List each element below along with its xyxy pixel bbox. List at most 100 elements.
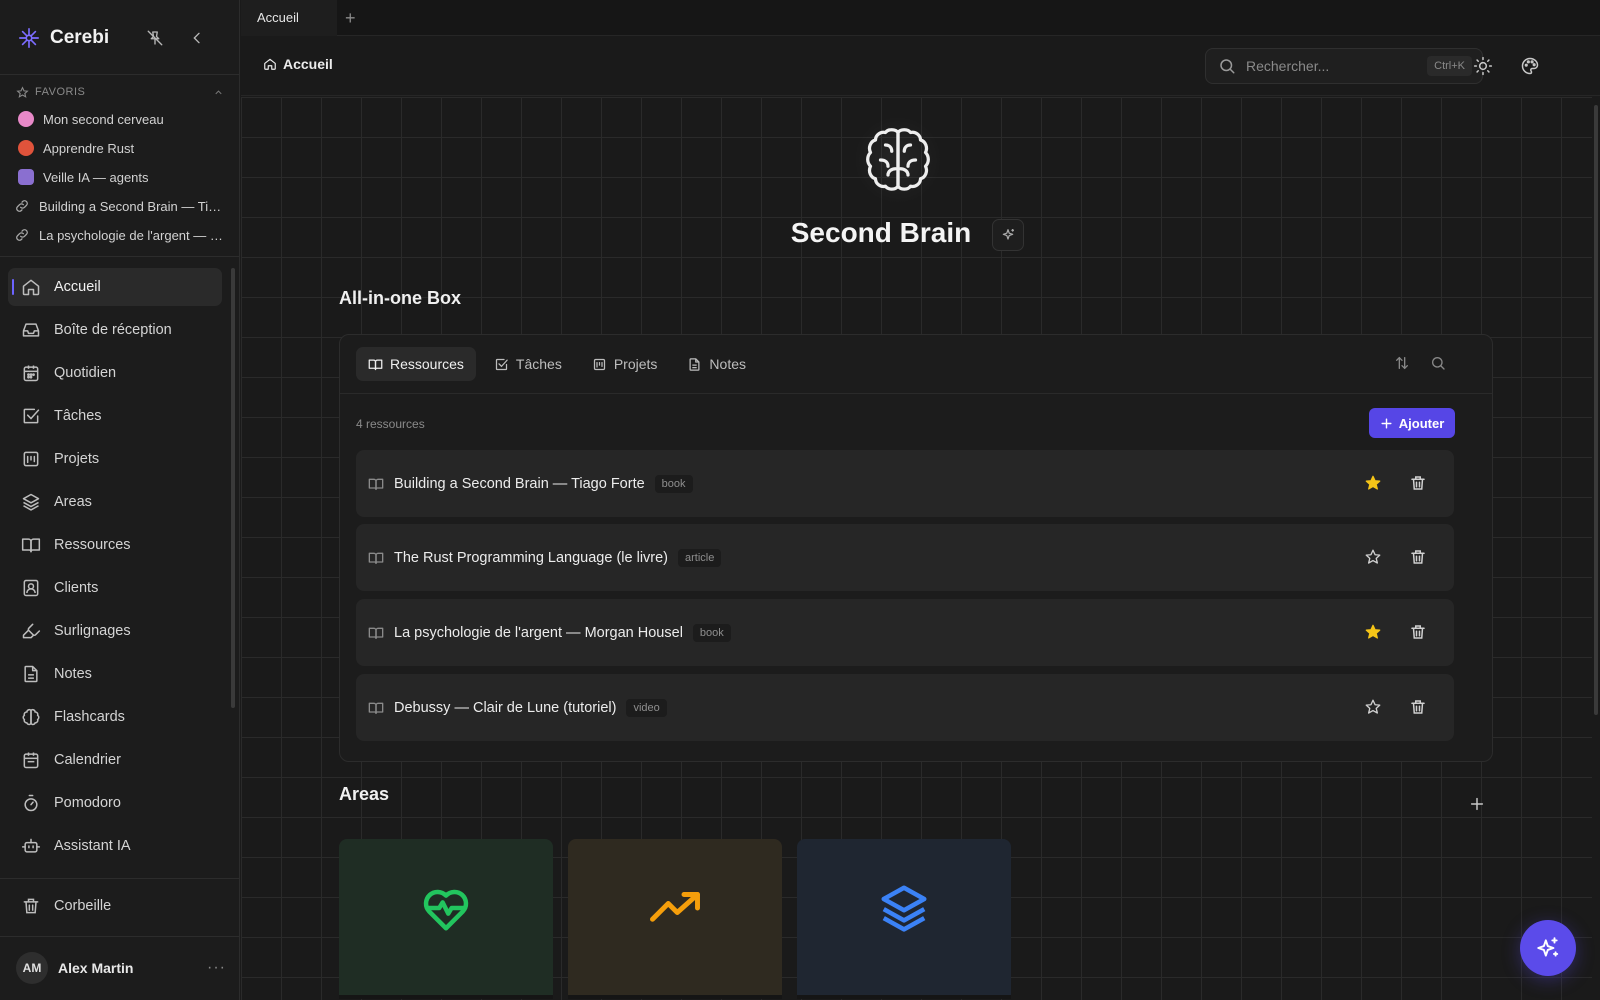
sidebar-item-label: Ressources (54, 537, 131, 553)
star-outline-icon (16, 85, 29, 99)
timer-icon (21, 793, 41, 813)
area-card-footer (568, 995, 782, 999)
add-area-plus-icon[interactable] (1467, 794, 1487, 814)
favorite-item[interactable]: Building a Second Brain — Tiago Forte (14, 195, 224, 217)
star-filled-icon[interactable] (1364, 474, 1384, 494)
resource-count: 4 ressources (356, 417, 425, 431)
area-card-work[interactable] (797, 839, 1011, 999)
tab-projets[interactable]: Projets (580, 347, 670, 381)
kanban-icon (592, 357, 607, 372)
brand[interactable]: Cerebi (18, 24, 109, 52)
bot-icon (21, 836, 41, 856)
sidebar-item-corbeille[interactable]: Corbeille (8, 887, 222, 925)
favorites-header[interactable]: FAVORIS (16, 84, 224, 100)
more-options-icon[interactable]: ··· (207, 959, 226, 977)
sidebar-item-label: Accueil (54, 279, 101, 295)
area-card-finance[interactable] (568, 839, 782, 999)
theme-toggle-sun-icon[interactable] (1471, 54, 1495, 78)
tab-label: Tâches (515, 356, 562, 372)
star-outline-icon[interactable] (1364, 548, 1384, 568)
chevron-up-icon[interactable] (213, 87, 224, 98)
breadcrumb[interactable]: Accueil (263, 56, 333, 72)
trash-icon[interactable] (1409, 623, 1429, 643)
highlighter-icon (21, 621, 41, 641)
sidebar-item-label: Surlignages (54, 623, 131, 639)
search-bar[interactable]: Ctrl+K (1205, 48, 1483, 84)
favorite-item[interactable]: Veille IA — agents (18, 166, 228, 188)
favorite-item[interactable]: Apprendre Rust (18, 137, 228, 159)
sidebar-item-label: Calendrier (54, 752, 121, 768)
area-card-health[interactable] (339, 839, 553, 999)
favorite-item[interactable]: Mon second cerveau (18, 108, 228, 130)
cerebi-logo-icon (18, 27, 40, 49)
checkbox-icon (21, 406, 41, 426)
divider (340, 393, 1492, 394)
sidebar-item-projets[interactable]: Projets (8, 440, 222, 478)
divider (0, 878, 240, 879)
sidebar-item-pomodoro[interactable]: Pomodoro (8, 784, 222, 822)
sort-icon[interactable] (1392, 353, 1412, 373)
sidebar-item-label: Notes (54, 666, 92, 682)
sidebar-item-ressources[interactable]: Ressources (8, 526, 222, 564)
favorite-label: Building a Second Brain — Tiago Forte (39, 198, 224, 214)
all-in-one-box: Ressources Tâches Projets Notes 4 ressou… (339, 334, 1493, 762)
trash-icon[interactable] (1409, 698, 1429, 718)
star-filled-icon[interactable] (1364, 623, 1384, 643)
unpin-icon[interactable] (144, 27, 166, 49)
book-open-icon (21, 535, 41, 555)
book-open-icon (368, 357, 383, 372)
sidebar-item-assistant-ia[interactable]: Assistant IA (8, 827, 222, 865)
trash-icon[interactable] (1409, 548, 1429, 568)
palette-icon[interactable] (1518, 54, 1542, 78)
sidebar-item-surlignages[interactable]: Surlignages (8, 612, 222, 650)
favorite-item[interactable]: La psychologie de l'argent — Morgan Hous… (14, 224, 224, 246)
ai-sparkle-button[interactable] (1520, 920, 1576, 976)
sidebar-item-label: Assistant IA (54, 838, 131, 854)
user-name: Alex Martin (58, 960, 134, 976)
favorite-label: Apprendre Rust (43, 140, 135, 156)
sidebar-item-areas[interactable]: Areas (8, 483, 222, 521)
resource-row[interactable]: The Rust Programming Language (le livre)… (356, 524, 1454, 591)
new-tab-button[interactable]: + (345, 8, 356, 29)
resource-title: Building a Second Brain — Tiago Forte (394, 475, 645, 492)
sidebar-item-taches[interactable]: Tâches (8, 397, 222, 435)
book-open-icon (368, 550, 384, 566)
sidebar-item-inbox[interactable]: Boîte de réception (8, 311, 222, 349)
area-card-footer (339, 995, 553, 999)
sidebar-item-clients[interactable]: Clients (8, 569, 222, 607)
brain-logo-icon (853, 115, 943, 205)
tab-accueil[interactable]: Accueil (241, 0, 337, 36)
star-outline-icon[interactable] (1364, 698, 1384, 718)
sidebar-item-accueil[interactable]: Accueil (8, 268, 222, 306)
search-icon[interactable] (1428, 353, 1448, 373)
sidebar-item-quotidien[interactable]: Quotidien (8, 354, 222, 392)
add-button[interactable]: Ajouter (1369, 408, 1455, 438)
sparkle-icon[interactable] (992, 219, 1024, 251)
tab-taches[interactable]: Tâches (482, 347, 574, 381)
resource-title: Debussy — Clair de Lune (tutoriel) (394, 699, 617, 716)
resource-row[interactable]: Building a Second Brain — Tiago Forte bo… (356, 450, 1454, 517)
search-input[interactable] (1246, 58, 1416, 74)
resource-row[interactable]: Debussy — Clair de Lune (tutoriel) video (356, 674, 1454, 741)
user-profile[interactable]: AM Alex Martin ··· (16, 952, 226, 984)
resource-row[interactable]: La psychologie de l'argent — Morgan Hous… (356, 599, 1454, 666)
layers-icon (21, 492, 41, 512)
sidebar-scrollbar[interactable] (231, 258, 235, 866)
sidebar-item-flashcards[interactable]: Flashcards (8, 698, 222, 736)
tab-label: Projets (613, 356, 658, 372)
brain-icon (21, 707, 41, 727)
favorites-label: FAVORIS (35, 86, 86, 98)
collapse-sidebar-icon[interactable] (186, 27, 208, 49)
sidebar-item-notes[interactable]: Notes (8, 655, 222, 693)
calendar-icon (21, 750, 41, 770)
trash-icon[interactable] (1409, 474, 1429, 494)
book-open-icon (368, 700, 384, 716)
search-icon (1218, 57, 1236, 75)
divider (0, 256, 240, 257)
contact-icon (21, 578, 41, 598)
tab-notes[interactable]: Notes (675, 347, 758, 381)
main-scrollbar[interactable] (1592, 97, 1600, 1000)
sidebar-item-calendrier[interactable]: Calendrier (8, 741, 222, 779)
checkbox-icon (494, 357, 509, 372)
tab-ressources[interactable]: Ressources (356, 347, 476, 381)
